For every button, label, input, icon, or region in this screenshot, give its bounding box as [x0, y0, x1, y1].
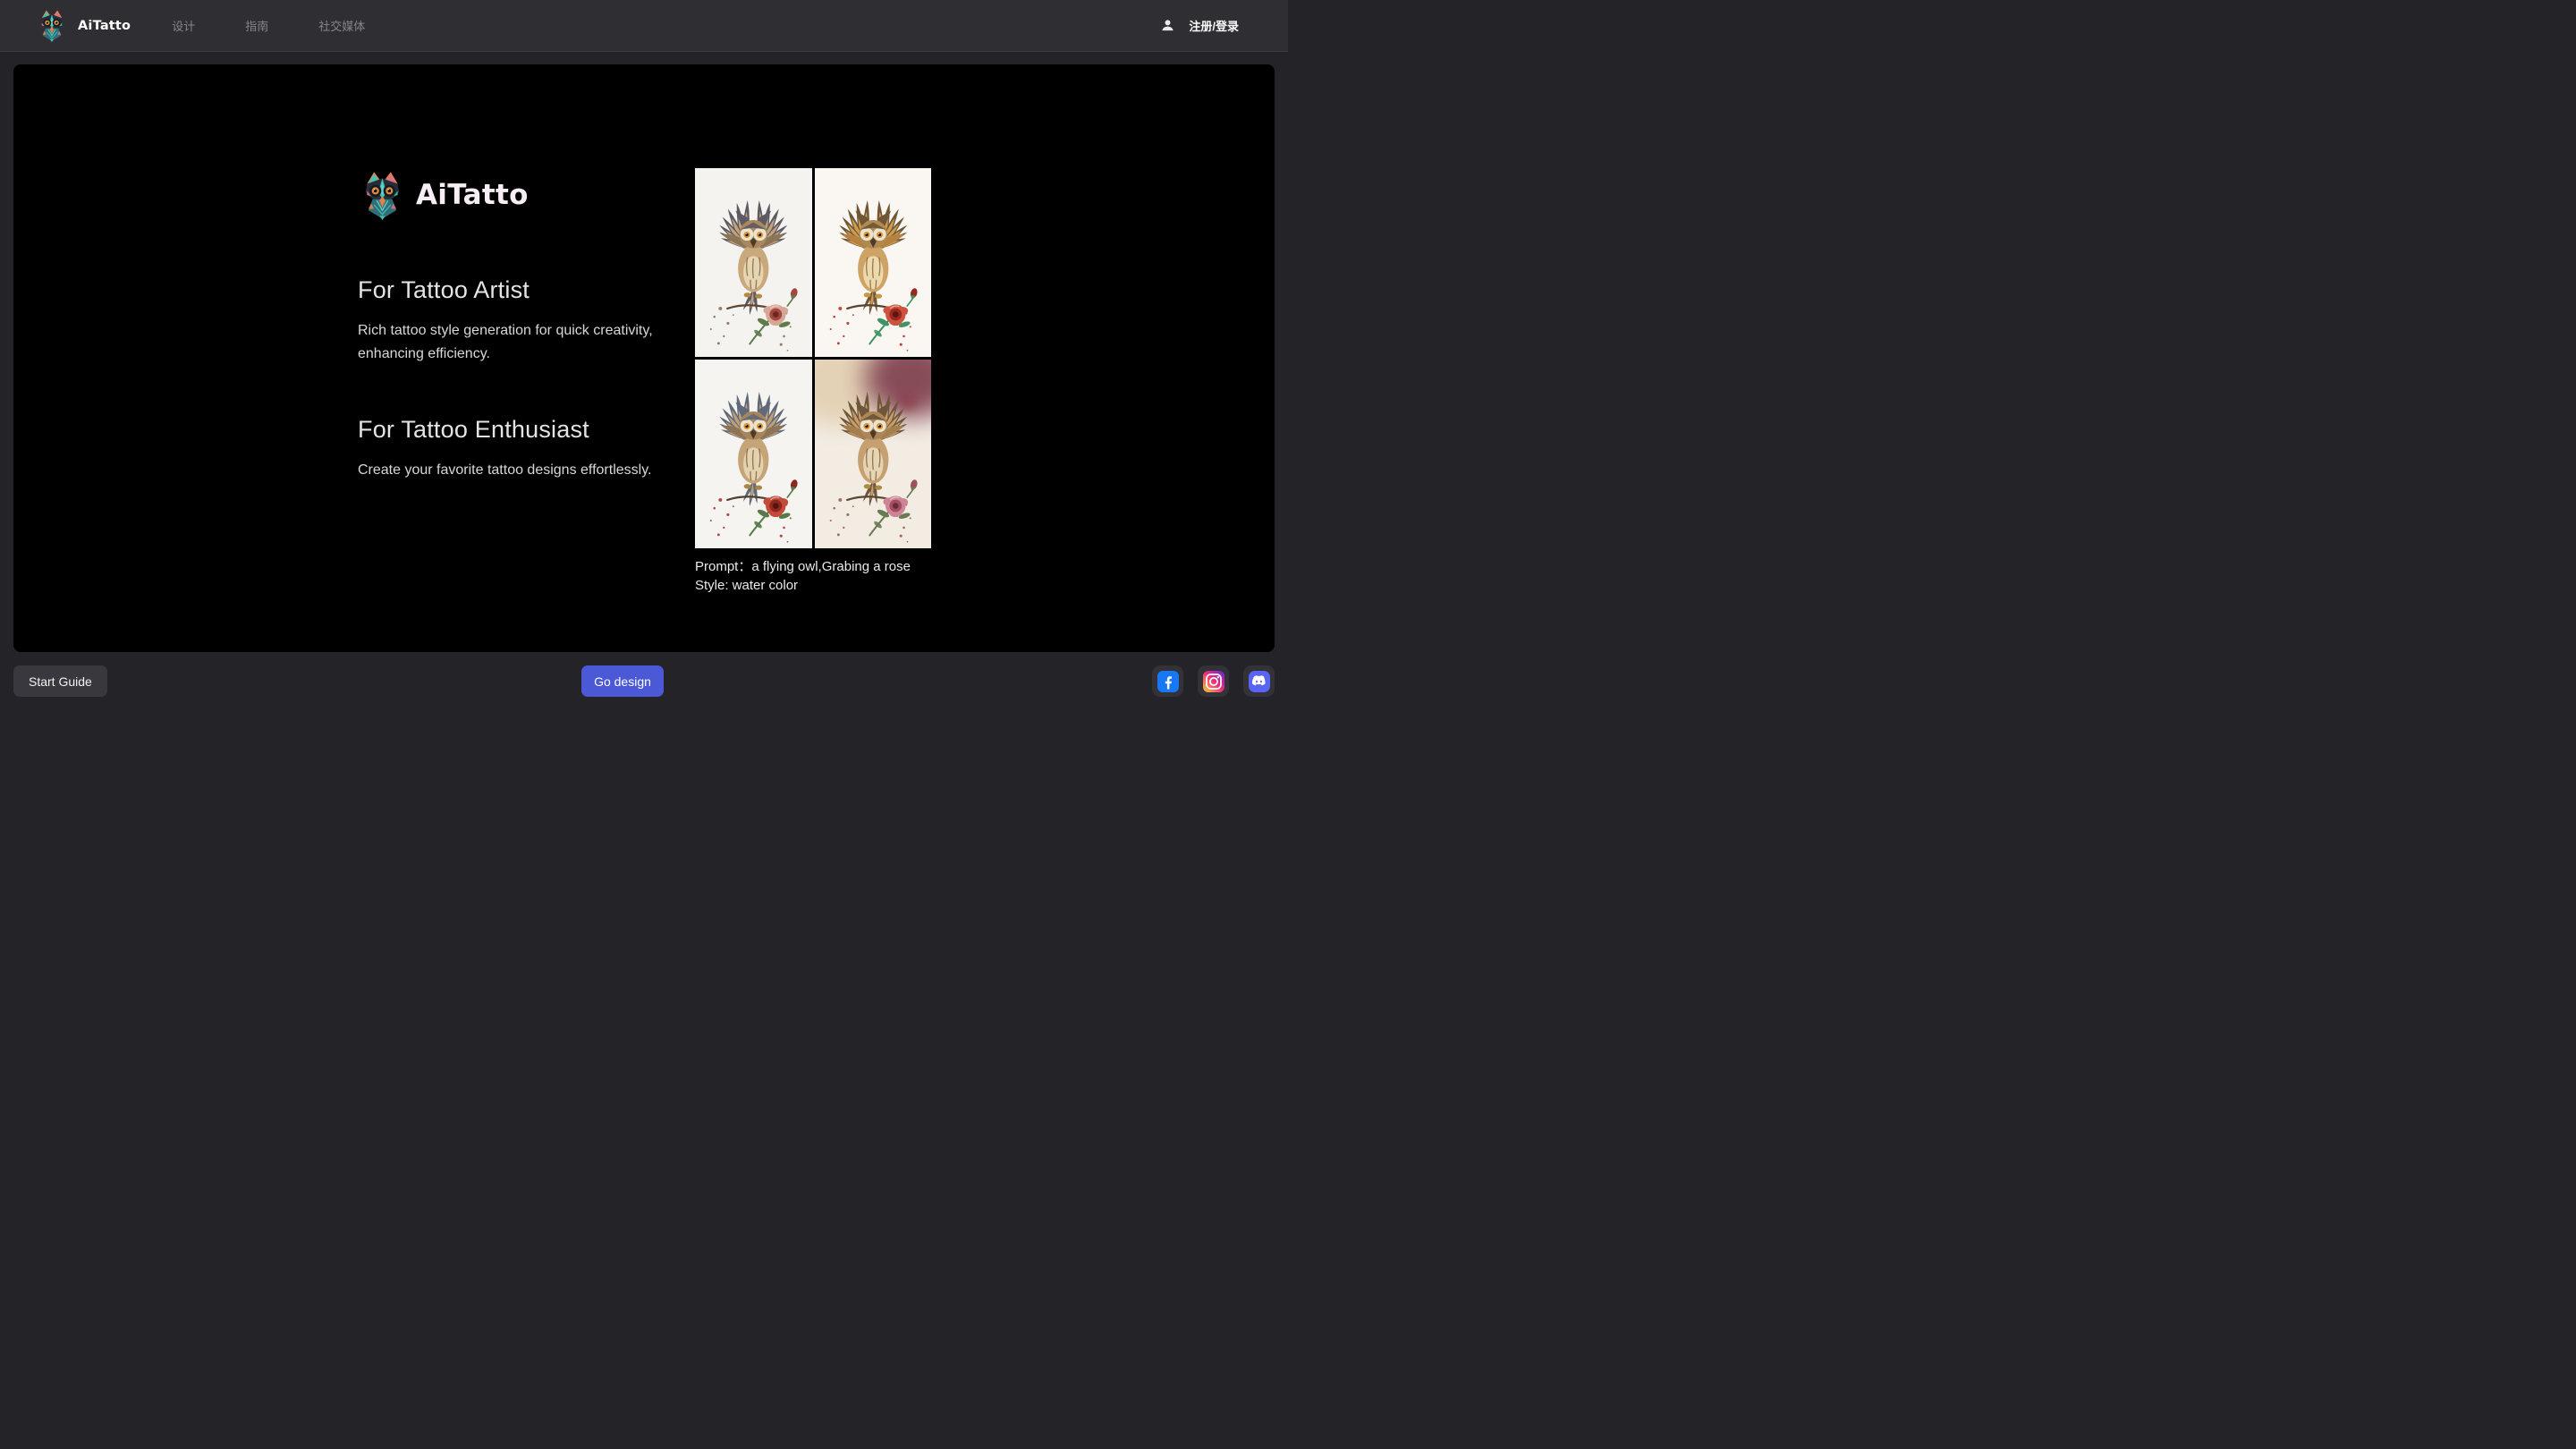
aitatto-owl-logo-icon — [40, 10, 64, 42]
feature-artist-title: For Tattoo Artist — [358, 276, 530, 303]
showcase-image-1 — [695, 168, 812, 357]
showcase-image-grid — [695, 168, 931, 548]
showcase-image-3 — [695, 360, 812, 548]
prompt-line: Prompt：a flying owl,Grabing a rose — [695, 559, 911, 574]
discord-icon — [1248, 670, 1270, 692]
style-line: Style: water color — [695, 578, 799, 594]
go-design-button[interactable]: Go design — [581, 665, 664, 697]
discord-button[interactable] — [1243, 665, 1275, 697]
showcase-image-2 — [814, 168, 932, 357]
brand-name: AiTatto — [78, 18, 131, 33]
owl-tattoo-art-2 — [815, 168, 932, 357]
aitatto-hero-logo-icon — [365, 171, 400, 220]
owl-tattoo-art-3 — [695, 360, 812, 548]
owl-tattoo-art-1 — [695, 168, 812, 357]
feature-artist: For Tattoo Artist Rich tattoo style gene… — [358, 276, 673, 366]
showcase-image-4 — [814, 360, 932, 548]
nav-item-social-media[interactable]: 社交媒体 — [318, 17, 365, 34]
register-login-link: 注册/登录 — [1189, 20, 1239, 33]
nav-item-design[interactable]: 设计 — [172, 17, 195, 34]
main-nav: 设计 指南 社交媒体 — [172, 17, 365, 34]
feature-enthusiast-title: For Tattoo Enthusiast — [358, 416, 589, 443]
showcase-caption: Prompt：a flying owl,Grabing a rose Style… — [695, 557, 911, 596]
feature-artist-description: Rich tattoo style generation for quick c… — [358, 323, 653, 362]
facebook-button[interactable] — [1152, 665, 1183, 697]
hero-panel: AiTatto For Tattoo Artist Rich tattoo st… — [13, 64, 1275, 652]
start-guide-button[interactable]: Start Guide — [13, 665, 107, 697]
facebook-icon — [1157, 670, 1179, 692]
brand[interactable]: AiTatto — [38, 9, 131, 42]
hero-brand-name: AiTatto — [416, 179, 529, 211]
feature-enthusiast-description: Create your favorite tattoo designs effo… — [358, 462, 652, 478]
feature-enthusiast: For Tattoo Enthusiast Create your favori… — [358, 416, 689, 482]
instagram-button[interactable] — [1198, 665, 1229, 697]
auth-area[interactable]: 注册/登录 — [1160, 0, 1239, 51]
top-navbar: AiTatto 设计 指南 社交媒体 注册/登录 — [0, 0, 1288, 52]
social-links — [1152, 665, 1275, 697]
instagram-icon — [1202, 670, 1224, 692]
nav-item-guide[interactable]: 指南 — [245, 17, 268, 34]
page: AiTatto 设计 指南 社交媒体 注册/登录 AiTatto For Tat… — [0, 0, 1288, 724]
owl-tattoo-art-4 — [815, 360, 932, 548]
hero-brand: AiTatto — [361, 170, 529, 220]
user-icon — [1162, 20, 1174, 31]
